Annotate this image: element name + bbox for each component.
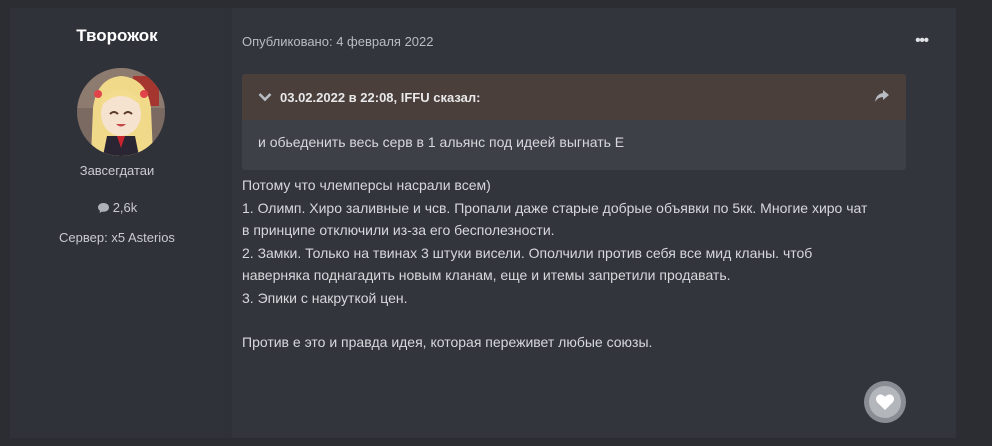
like-button[interactable]	[864, 381, 906, 423]
author-server: Сервер: x5 Asterios	[59, 230, 175, 245]
forum-post: Творожок Завсегдатаи 2,6k Сервер: x5 Ast…	[10, 8, 956, 438]
quote-text: и обьеденить весь серв в 1 альянс под ид…	[258, 134, 625, 150]
post-date[interactable]: Опубликовано: 4 февраля 2022	[242, 34, 433, 49]
reaction-count-value: 2,6k	[112, 200, 138, 215]
reaction-count: 2,6k	[10, 200, 224, 215]
chevron-down-icon[interactable]	[258, 92, 272, 102]
author-rank: Завсегдатаи	[79, 163, 155, 178]
post-line: Потому что члемперсы насрали всем)	[242, 177, 491, 193]
author-name[interactable]: Творожок	[10, 26, 224, 46]
comment-icon	[97, 203, 109, 213]
quote-header[interactable]: 03.02.2022 в 22:08, IFFU сказал:	[242, 74, 906, 120]
avatar[interactable]	[77, 68, 165, 156]
post-body: Потому что члемперсы насрали всем) 1. Ол…	[242, 174, 922, 354]
post-menu-button[interactable]: •••	[915, 32, 929, 49]
heart-icon	[876, 394, 894, 410]
share-arrow-icon[interactable]	[874, 89, 890, 108]
quote-block: 03.02.2022 в 22:08, IFFU сказал: и обьед…	[242, 74, 906, 170]
quote-citation: 03.02.2022 в 22:08, IFFU сказал:	[280, 89, 481, 105]
post-line: 2. Замки. Только на твинах 3 штуки висел…	[242, 244, 813, 261]
author-panel: Творожок Завсегдатаи 2,6k Сервер: x5 Ast…	[10, 8, 224, 438]
post-line: 3. Эпики с накруткой цен.	[242, 289, 408, 306]
post-content: Опубликовано: 4 февраля 2022 ••• 03.02.2…	[232, 8, 956, 438]
post-line: 1. Олимп. Хиро заливные и чсв. Пропали д…	[242, 199, 868, 216]
like-button-inner	[869, 386, 901, 418]
post-closing-line: Против е это и правда идея, которая пере…	[242, 334, 653, 350]
post-line: в принципе отключили из-за его бесполезн…	[242, 222, 555, 238]
post-line: наверняка поднагадить новым кланам, еще …	[242, 267, 731, 283]
